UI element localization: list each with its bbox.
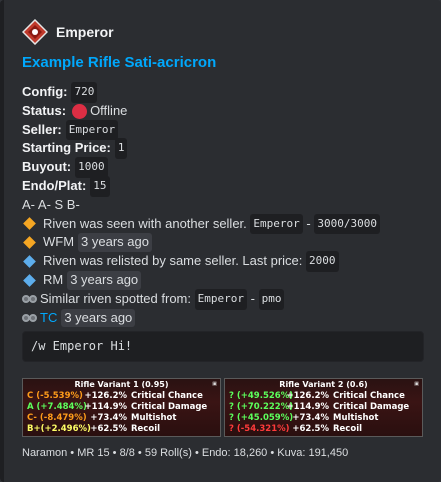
card-title: Rifle Variant 1 (0.95) xyxy=(74,380,169,389)
stat-name: Recoil xyxy=(131,424,161,434)
stat-row: ? (+45.059%) +73.4% Multishot xyxy=(225,413,422,424)
seen-seller: Emperor xyxy=(250,213,303,235)
config-value: 720 xyxy=(71,82,98,103)
stat-grade: ? (-54.321%) xyxy=(229,424,290,434)
relisted-text: Riven was relisted by same seller. Last … xyxy=(43,253,303,269)
endo-plat-label: Endo/Plat: xyxy=(22,177,87,193)
rm-label: RM xyxy=(43,271,64,287)
seen-text: Riven was seen with another seller. xyxy=(43,215,247,231)
stat-grade: C (-5.539%) xyxy=(27,391,83,401)
embed-title[interactable]: Example Rifle Sati-acricron xyxy=(22,54,216,71)
seller-line: Seller: Emperor xyxy=(22,119,427,141)
stat-value: +114.9% xyxy=(84,402,127,412)
stat-value: +62.5% xyxy=(90,424,127,434)
stat-name: Critical Damage xyxy=(131,402,208,412)
stat-name: Critical Damage xyxy=(333,402,410,412)
riven-variant-card-2[interactable]: ▣ Rifle Variant 2 (0.6) ? (+49.526%) +126… xyxy=(224,378,423,437)
emperor-avatar-icon xyxy=(22,19,48,45)
tc-timestamp[interactable]: 3 years ago xyxy=(61,308,136,328)
author-name[interactable]: Emperor xyxy=(56,24,114,40)
similar-platform: pmo xyxy=(258,288,285,310)
tc-note: TC 3 years ago xyxy=(22,308,427,328)
tc-link[interactable]: TC xyxy=(40,309,57,328)
wfm-note: WFM 3 years ago xyxy=(22,233,427,253)
logo-icon: ▣ xyxy=(212,381,217,387)
buyout-value: 1000 xyxy=(75,157,108,178)
stat-grade: ? (+49.526%) xyxy=(229,391,294,401)
riven-variant-card-1[interactable]: ▣ Rifle Variant 1 (0.95) C (-5.539%) +126… xyxy=(22,378,221,437)
chains-icon xyxy=(22,313,37,322)
stat-grade: C- (-8.479%) xyxy=(27,413,87,423)
stat-name: Recoil xyxy=(333,424,363,434)
chains-icon xyxy=(22,295,37,304)
seen-note: Riven was seen with another seller. Empe… xyxy=(22,213,427,235)
stat-name: Multishot xyxy=(131,413,177,423)
stat-name: Multishot xyxy=(333,413,379,423)
starting-price-value: 1 xyxy=(114,138,128,160)
endo-plat-line: Endo/Plat: 15 xyxy=(22,175,427,197)
orange-diamond-icon xyxy=(23,236,36,250)
relisted-note: Riven was relisted by same seller. Last … xyxy=(22,251,427,272)
config-label: Config: xyxy=(22,84,68,99)
seller-value: Emperor xyxy=(65,119,119,141)
config-line: Config: 720 xyxy=(22,82,427,103)
similar-text: Similar riven spotted from: xyxy=(40,290,191,306)
wfm-label: WFM xyxy=(43,234,75,250)
stat-row: C- (-8.479%) +73.4% Multishot xyxy=(23,413,220,424)
stat-row: ? (+70.222%) +114.9% Critical Damage xyxy=(225,402,422,413)
endo-plat-value: 15 xyxy=(90,175,110,197)
logo-icon: ▣ xyxy=(414,381,419,387)
seen-separator: - xyxy=(306,215,311,231)
stat-value: +73.4% xyxy=(292,413,329,423)
seen-price: 3000/3000 xyxy=(314,213,380,235)
status-label: Status: xyxy=(22,102,67,118)
stat-grade: B+(+2.496%) xyxy=(27,424,91,434)
stat-grade: ? (+70.222%) xyxy=(229,402,294,412)
similar-seller: Emperor xyxy=(194,288,247,310)
embed-footer: Naramon • MR 15 • 8/8 • 59 Roll(s) • End… xyxy=(22,447,349,459)
stat-value: +73.4% xyxy=(90,413,127,423)
starting-price-label: Starting Price: xyxy=(22,140,111,156)
relisted-price: 2000 xyxy=(306,251,339,272)
stat-name: Critical Chance xyxy=(131,391,203,401)
starting-price-line: Starting Price: 1 xyxy=(22,138,427,160)
card-title: Rifle Variant 2 (0.6) xyxy=(279,380,368,389)
status-line: Status: Offline xyxy=(22,102,427,121)
stat-value: +114.9% xyxy=(286,402,329,412)
stat-name: Critical Chance xyxy=(333,391,405,401)
status-value: Offline xyxy=(90,102,128,118)
rm-note: RM 3 years ago xyxy=(22,270,427,290)
stat-row: A (+7.484%) +114.9% Critical Damage xyxy=(23,402,220,413)
stat-row: C (-5.539%) +126.2% Critical Chance xyxy=(23,391,220,402)
stat-value: +62.5% xyxy=(292,424,329,434)
rm-timestamp[interactable]: 3 years ago xyxy=(67,270,142,290)
stat-row: B+(+2.496%) +62.5% Recoil xyxy=(23,424,220,435)
stat-grade: A (+7.484%) xyxy=(27,402,87,412)
stat-value: +126.2% xyxy=(84,391,127,401)
stat-value: +126.2% xyxy=(286,391,329,401)
similar-note: Similar riven spotted from: Emperor - pm… xyxy=(22,288,427,310)
author[interactable]: Emperor xyxy=(22,19,114,45)
embed-description: Config: 720 Status: Offline Seller: Emperor… xyxy=(22,82,427,328)
embed: Emperor Example Rifle Sati-acricron Conf… xyxy=(0,0,441,482)
orange-diamond-icon xyxy=(23,217,36,231)
buyout-label: Buyout: xyxy=(22,159,72,175)
grades-line: A- A- S B- xyxy=(22,196,80,212)
blue-diamond-icon xyxy=(23,273,36,287)
blue-diamond-icon xyxy=(23,255,36,268)
wfm-timestamp[interactable]: 3 years ago xyxy=(78,233,152,253)
similar-separator: - xyxy=(250,290,255,306)
whisper-command-codeblock[interactable]: /w Emperor Hi! xyxy=(22,331,424,362)
red-circle-icon xyxy=(72,103,88,119)
buyout-line: Buyout: 1000 xyxy=(22,157,427,178)
stat-grade: ? (+45.059%) xyxy=(229,413,294,423)
stat-row: ? (+49.526%) +126.2% Critical Chance xyxy=(225,391,422,402)
seller-label: Seller: xyxy=(22,121,62,137)
stat-row: ? (-54.321%) +62.5% Recoil xyxy=(225,424,422,435)
